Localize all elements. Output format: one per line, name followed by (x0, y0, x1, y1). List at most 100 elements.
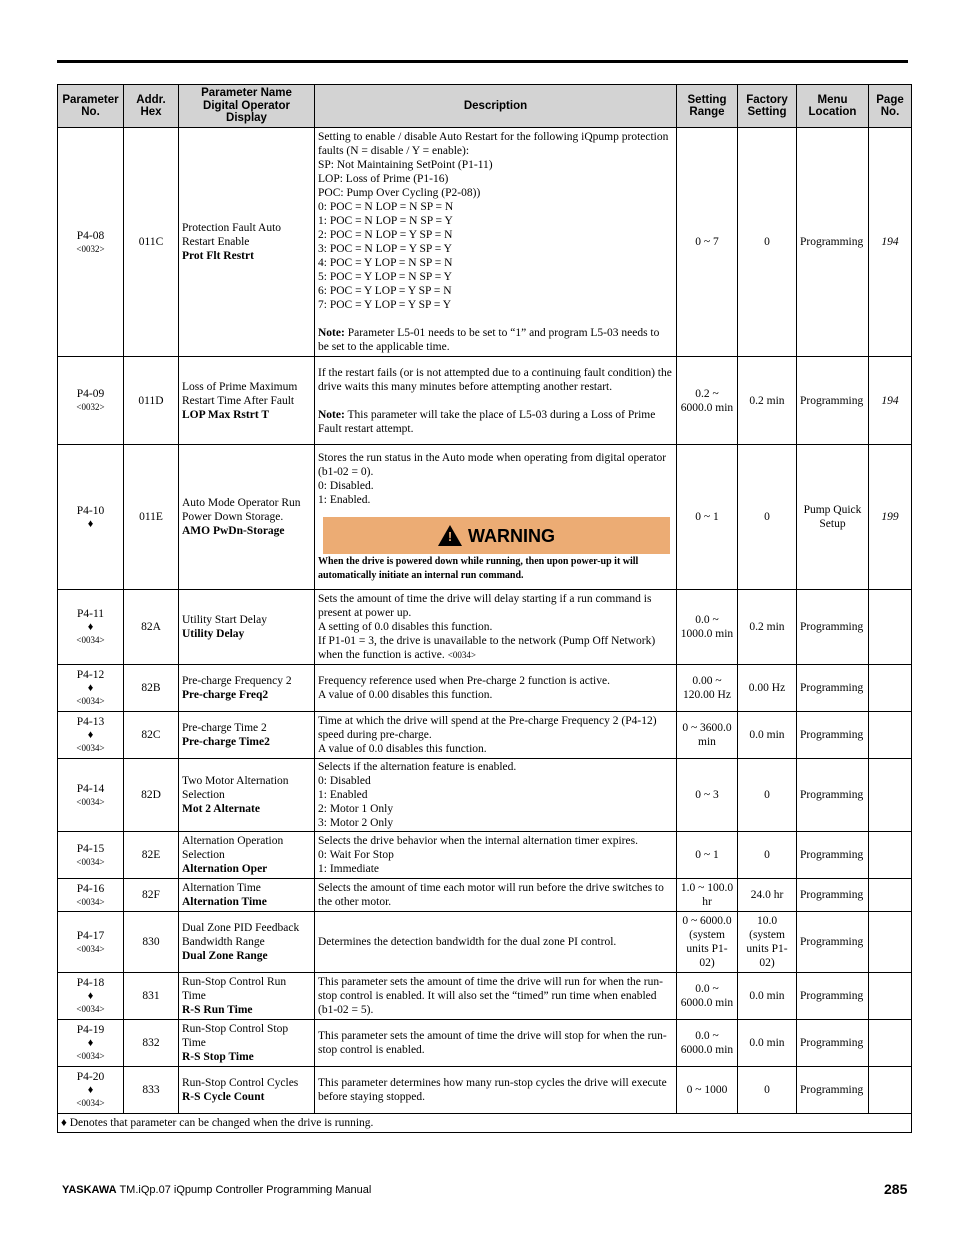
runtime-changeable-icon: ♦ (87, 682, 94, 694)
menu-location: Programming (796, 878, 869, 912)
note-text: Parameter L5-01 needs to be set to “1” a… (318, 327, 660, 353)
param-name-cell: Auto Mode Operator Run Power Down Storag… (178, 444, 315, 590)
page-link[interactable]: 194 (868, 127, 912, 357)
description-note: Note: Parameter L5-01 needs to be set to… (318, 326, 673, 354)
page-link (868, 1019, 912, 1067)
table-row: P4-11 ♦ <0034> 82A Utility Start Delay Utilit… (57, 589, 912, 665)
operator-display: Pre-charge Time2 (182, 736, 270, 748)
page-link[interactable]: 194 (868, 356, 912, 445)
description-line: 0: Wait For Stop (318, 849, 394, 861)
param-number: P4-11 (76, 608, 105, 620)
page-link (868, 831, 912, 879)
warning-label: WARNING (468, 525, 555, 546)
param-name: Run-Stop Control Run Time (182, 976, 287, 1002)
setting-range: 0 ~ 3600.0 min (676, 711, 738, 759)
param-name: Protection Fault Auto Restart Enable (182, 222, 282, 248)
header-description: Description (314, 84, 677, 128)
param-name-cell: Protection Fault Auto Restart Enable Prot… (178, 127, 315, 357)
description-line: 3: Motor 2 Only (318, 817, 394, 829)
addr-hex: 011D (123, 356, 179, 445)
factory-setting: 0.0 min (737, 972, 797, 1020)
param-cell: P4-17 <0034> (57, 911, 124, 973)
setting-range: 0.2 ~ 6000.0 min (676, 356, 738, 445)
revision-ref: <0034> (76, 1051, 105, 1061)
description-line: SP: Not Maintaining SetPoint (P1-11) (318, 159, 493, 171)
menu-location: Programming (796, 911, 869, 973)
description-line: Selects the drive behavior when the inte… (318, 835, 638, 847)
menu-location: Programming (796, 356, 869, 445)
revision-ref: <0034> (76, 635, 105, 645)
note-text: This parameter will take the place of L5… (318, 408, 656, 435)
addr-hex: 830 (123, 911, 179, 973)
operator-display: Alternation Time (182, 896, 267, 908)
param-name-cell: Utility Start Delay Utility Delay (178, 589, 315, 665)
param-cell: P4-18 ♦ <0034> (57, 972, 124, 1020)
page-link (868, 878, 912, 912)
setting-range: 0 ~ 1 (676, 831, 738, 879)
table-row: P4-14 <0034> 82D Two Motor Alternation Sele… (57, 758, 912, 832)
table-row: P4-15 <0034> 82E Alternation Operation Sele… (57, 831, 912, 879)
operator-display: Prot Flt Restrt (182, 250, 254, 262)
setting-range: 0 ~ 1 (676, 444, 738, 590)
factory-setting: 0.2 min (737, 589, 797, 665)
param-cell: P4-09 <0032> (57, 356, 124, 445)
param-number: P4-10 (76, 504, 105, 517)
table-row: P4-18 ♦ <0034> 831 Run-Stop Control Run Time… (57, 972, 912, 1020)
description-line: This parameter determines how many run-s… (318, 1077, 667, 1103)
description-line: 7: POC = Y LOP = Y SP = Y (318, 299, 452, 311)
param-number: P4-15 (76, 842, 105, 855)
description-line: A setting of 0.0 disables this function. (318, 621, 493, 633)
description-line: 4: POC = Y LOP = N SP = N (318, 257, 453, 269)
description-cell: Sets the amount of time the drive will d… (314, 589, 677, 665)
operator-display: LOP Max Rstrt T (182, 408, 269, 421)
page-link (868, 758, 912, 832)
menu-location: Programming (796, 1019, 869, 1067)
menu-location: Programming (796, 127, 869, 357)
description-line: Stores the run status in the Auto mode w… (318, 452, 667, 478)
addr-hex: 832 (123, 1019, 179, 1067)
runtime-changeable-icon: ♦ (87, 729, 94, 741)
description-line: Determines the detection bandwidth for t… (318, 936, 617, 948)
description-line: Selects if the alternation feature is en… (318, 761, 517, 773)
param-number: P4-17 (76, 929, 105, 942)
description-line: 5: POC = Y LOP = N SP = Y (318, 271, 452, 283)
param-number: P4-08 (76, 229, 105, 242)
runtime-changeable-icon: ♦ (87, 1084, 94, 1096)
menu-location: Programming (796, 664, 869, 712)
page-link (868, 972, 912, 1020)
description-line: 2: Motor 1 Only (318, 803, 394, 815)
table-row: P4-09 <0032> 011D Loss of Prime Maximum Res… (57, 356, 912, 445)
revision-ref: <0034> (76, 943, 105, 954)
description-line: POC: Pump Over Cycling (P2-08)) (318, 187, 481, 199)
revision-ref: <0032> (76, 402, 105, 412)
revision-ref: <0034> (76, 856, 105, 867)
addr-hex: 011E (123, 444, 179, 590)
page-link (868, 911, 912, 973)
operator-display: R-S Cycle Count (182, 1091, 265, 1103)
param-cell: P4-10 ♦ (57, 444, 124, 590)
param-number: P4-20 (76, 1071, 105, 1083)
factory-setting: 0 (737, 1066, 797, 1114)
page-link[interactable]: 199 (868, 444, 912, 590)
description-cell: Frequency reference used when Pre-charge… (314, 664, 677, 712)
revision-ref: <0034> (76, 1098, 105, 1108)
param-number: P4-16 (76, 882, 105, 895)
setting-range: 0 ~ 7 (676, 127, 738, 357)
factory-setting: 0 (737, 127, 797, 357)
param-name: Run-Stop Control Stop Time (182, 1023, 289, 1049)
operator-display: AMO PwDn-Storage (182, 525, 285, 537)
param-name-cell: Alternation Time Alternation Time (178, 878, 315, 912)
page-link (868, 589, 912, 665)
header-menu-location: Menu Location (796, 84, 869, 128)
top-rule (57, 60, 908, 63)
footer-brand: YASKAWA (62, 1184, 117, 1196)
description-line: 0: Disabled. (318, 480, 374, 492)
table-row: P4-17 <0034> 830 Dual Zone PID Feedback Ban… (57, 911, 912, 973)
runtime-changeable-icon: ♦ (87, 990, 94, 1002)
description-line: Time at which the drive will spend at th… (318, 715, 657, 741)
addr-hex: 82B (123, 664, 179, 712)
setting-range: 0.0 ~ 6000.0 min (676, 1019, 738, 1067)
description-cell: This parameter sets the amount of time t… (314, 972, 677, 1020)
warning-text: When the drive is powered down while run… (318, 556, 639, 581)
addr-hex: 82A (123, 589, 179, 665)
